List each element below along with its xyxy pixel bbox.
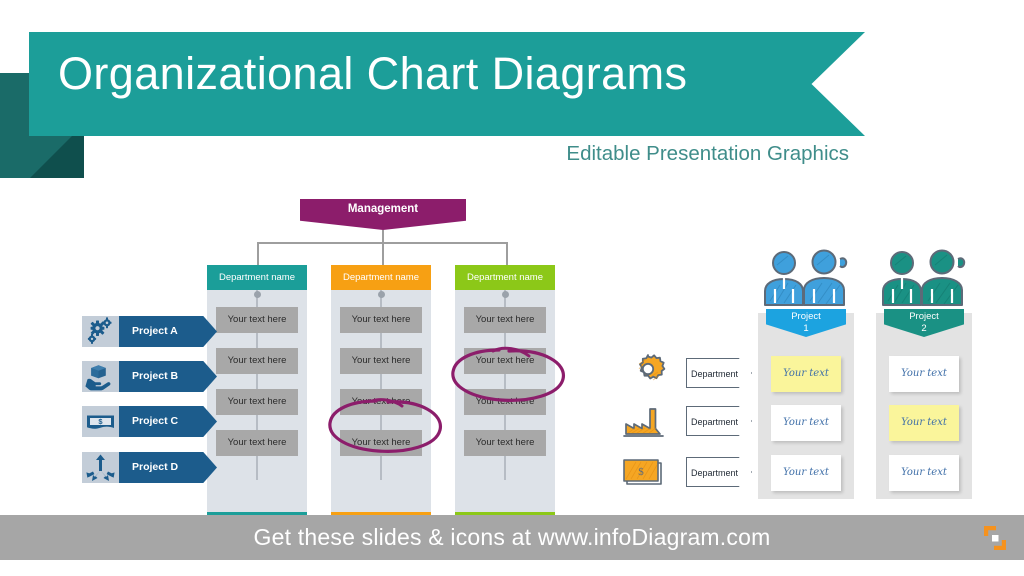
department-connector-dot [253,291,261,298]
department-connector-dot [377,291,385,298]
slide-canvas: Organizational Chart Diagrams Editable P… [0,0,1024,576]
department-column[interactable]: Department name Your text here Your text… [207,265,307,517]
matrix-department-label: Department [691,417,739,427]
matrix-cell[interactable]: Your text [889,356,959,392]
project-row[interactable]: $ Project C [82,406,217,437]
footer-text: Get these slides & icons at www.infoDiag… [253,524,771,550]
org-cell[interactable]: Your text here [216,307,298,333]
org-cell[interactable]: Your text here [216,430,298,456]
matrix-cell[interactable]: Your text [771,405,841,441]
footer-bar: Get these slides & icons at www.infoDiag… [0,515,1024,560]
matrix-department-label: Department [691,468,739,478]
matrix-department-tag[interactable]: Department [686,457,752,487]
management-node[interactable]: Management [300,199,466,230]
department-body: Your text here Your text here Your text … [455,290,555,512]
project-row[interactable]: Project A [82,316,217,347]
org-cell[interactable]: Your text here [464,348,546,374]
org-cell[interactable]: Your text here [340,430,422,456]
department-body: Your text here Your text here Your text … [331,290,431,512]
distribute-arrows-icon [82,452,119,483]
management-label: Management [347,203,419,215]
project-label: Project C [132,415,179,427]
gear-sketch-icon [624,350,672,394]
org-cell[interactable]: Your text here [464,430,546,456]
connector-branch-2 [382,242,384,265]
project-pill[interactable]: Project B [119,361,217,392]
org-cell[interactable]: Your text here [340,389,422,415]
two-people-icon [878,249,972,307]
department-header[interactable]: Department name [455,265,555,290]
matrix-cell[interactable]: Your text [771,356,841,392]
project-label: Project D [132,461,179,473]
connector-branch-1 [257,242,259,265]
org-cell[interactable]: Your text here [464,307,546,333]
department-connector-dot [501,291,509,298]
department-column[interactable]: Department name Your text here Your text… [455,265,555,517]
department-body: Your text here Your text here Your text … [207,290,307,512]
department-label: Department name [342,272,420,283]
department-header[interactable]: Department name [331,265,431,290]
matrix-department-tag[interactable]: Department [686,358,752,388]
two-people-icon [760,249,854,307]
matrix-department-tag[interactable]: Department [686,406,752,436]
matrix-cell[interactable]: Your text [771,455,841,491]
project-pill[interactable]: Project A [119,316,217,347]
org-cell[interactable]: Your text here [340,307,422,333]
gears-icon [82,316,119,347]
money-sketch-icon: $ [620,454,674,490]
infodiagram-logo-icon[interactable] [980,523,1010,553]
project-row[interactable]: Project B [82,361,217,392]
factory-sketch-icon [622,403,674,439]
project-column-label-line1: Project [791,311,821,322]
department-label: Department name [466,272,544,283]
page-title: Organizational Chart Diagrams [58,48,688,99]
org-cell[interactable]: Your text here [340,348,422,374]
connector-branch-3 [506,242,508,265]
money-note-icon: $ [82,406,119,437]
department-label: Department name [218,272,296,283]
org-cell[interactable]: Your text here [464,389,546,415]
project-label: Project B [132,370,179,382]
svg-text:$: $ [638,466,644,478]
project-pill[interactable]: Project C [119,406,217,437]
matrix-cell[interactable]: Your text [889,455,959,491]
department-header[interactable]: Department name [207,265,307,290]
project-label: Project A [132,325,178,337]
matrix-department-label: Department [691,369,739,379]
matrix-cell[interactable]: Your text [889,405,959,441]
org-cell[interactable]: Your text here [216,348,298,374]
project-pill[interactable]: Project D [119,452,217,483]
hand-box-icon [82,361,119,392]
page-subtitle: Editable Presentation Graphics [566,142,849,165]
project-column-label-line1: Project [909,311,939,322]
department-column[interactable]: Department name Your text here Your text… [331,265,431,517]
project-row[interactable]: Project D [82,452,217,483]
org-cell[interactable]: Your text here [216,389,298,415]
